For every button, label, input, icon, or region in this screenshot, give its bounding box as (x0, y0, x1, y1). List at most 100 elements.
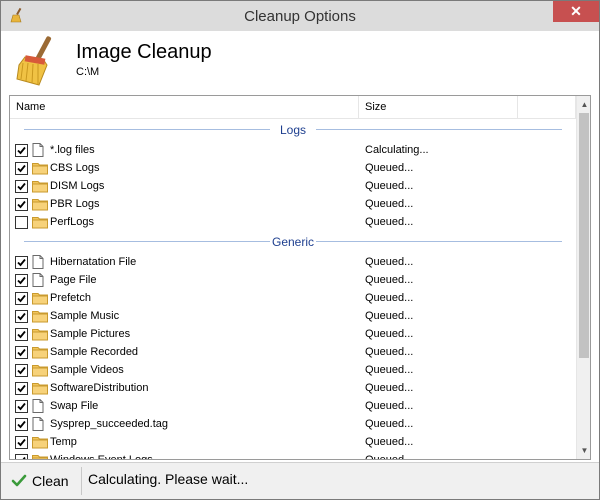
item-name: Sample Videos (50, 364, 124, 376)
list-item[interactable]: Swap File Queued... (10, 397, 576, 415)
item-checkbox[interactable] (15, 346, 28, 359)
group-divider (316, 129, 562, 130)
list-item[interactable]: Sysprep_succeeded.tag Queued... (10, 415, 576, 433)
status-separator (81, 467, 82, 495)
item-size: Queued... (365, 256, 414, 268)
item-size: Queued... (365, 418, 414, 430)
group-label: Generic (271, 235, 315, 249)
item-checkbox[interactable] (15, 180, 28, 193)
item-name: Sample Pictures (50, 328, 131, 340)
item-name: Page File (50, 274, 97, 286)
item-name: *.log files (50, 144, 95, 156)
item-checkbox[interactable] (15, 364, 28, 377)
item-checkbox[interactable] (15, 144, 28, 157)
file-icon (32, 143, 48, 157)
item-checkbox[interactable] (15, 310, 28, 323)
list-item[interactable]: Sample Recorded Queued... (10, 343, 576, 361)
cleanup-options-window: Cleanup Options ✕ Image Cleanup C:\M Nam… (0, 0, 600, 500)
item-name: PBR Logs (50, 198, 100, 210)
folder-icon (32, 363, 48, 377)
scroll-down-icon[interactable]: ▼ (577, 442, 590, 459)
scroll-thumb[interactable] (579, 113, 589, 358)
item-size: Queued... (365, 436, 414, 448)
list-rows: Logs *.log files Calculating... CBS Logs Que… (10, 119, 576, 459)
list-item[interactable]: Windows Event Logs Queued... (10, 451, 576, 459)
item-checkbox[interactable] (15, 436, 28, 449)
folder-icon (32, 327, 48, 341)
item-size: Queued... (365, 382, 414, 394)
folder-icon (32, 197, 48, 211)
item-checkbox[interactable] (15, 216, 28, 229)
folder-icon (32, 291, 48, 305)
list-item[interactable]: Page File Queued... (10, 271, 576, 289)
file-icon (32, 417, 48, 431)
folder-icon (32, 435, 48, 449)
list-item[interactable]: CBS Logs Queued... (10, 159, 576, 177)
folder-icon (32, 309, 48, 323)
item-checkbox[interactable] (15, 198, 28, 211)
item-size: Queued... (365, 346, 414, 358)
list-item[interactable]: SoftwareDistribution Queued... (10, 379, 576, 397)
item-checkbox[interactable] (15, 274, 28, 287)
header-path: C:\M (76, 66, 100, 78)
item-size: Queued... (365, 400, 414, 412)
group-label: Logs (279, 123, 307, 137)
window-title: Cleanup Options (244, 8, 356, 25)
item-size: Queued... (365, 198, 414, 210)
folder-icon (32, 381, 48, 395)
list-item[interactable]: Prefetch Queued... (10, 289, 576, 307)
item-name: Sample Recorded (50, 346, 139, 358)
item-checkbox[interactable] (15, 292, 28, 305)
file-icon (32, 399, 48, 413)
status-text: Calculating. Please wait... (88, 471, 249, 487)
item-name: Hibernatation File (50, 256, 137, 268)
header: Image Cleanup C:\M (1, 31, 599, 94)
item-size: Queued... (365, 292, 414, 304)
folder-icon (32, 345, 48, 359)
item-size: Queued... (365, 454, 413, 459)
list-item[interactable]: Sample Pictures Queued... (10, 325, 576, 343)
list-item[interactable]: *.log files Calculating... (10, 141, 576, 159)
clean-button[interactable]: Clean (7, 469, 79, 493)
item-checkbox[interactable] (15, 256, 28, 269)
folder-icon (32, 179, 48, 193)
file-icon (32, 273, 48, 287)
folder-icon (32, 215, 48, 229)
item-checkbox[interactable] (15, 400, 28, 413)
cleanup-list: Name Size Logs *.log files Calculating... C… (9, 95, 591, 460)
list-item[interactable]: PerfLogs Queued... (10, 213, 576, 231)
status-bar: Clean Calculating. Please wait... (1, 462, 599, 499)
item-name: CBS Logs (50, 162, 100, 174)
item-checkbox[interactable] (15, 454, 28, 459)
list-item[interactable]: Hibernatation File Queued... (10, 253, 576, 271)
item-checkbox[interactable] (15, 418, 28, 431)
item-name: Sysprep_succeeded.tag (50, 418, 169, 430)
clean-label: Clean (32, 473, 69, 489)
item-checkbox[interactable] (15, 328, 28, 341)
folder-icon (32, 161, 48, 175)
title-bar[interactable]: Cleanup Options ✕ (1, 1, 599, 31)
item-name: Swap File (50, 400, 99, 412)
item-name: PerfLogs (50, 216, 95, 228)
item-checkbox[interactable] (15, 382, 28, 395)
item-size: Calculating... (365, 144, 429, 156)
item-name: DISM Logs (50, 180, 105, 192)
list-item[interactable]: Sample Music Queued... (10, 307, 576, 325)
item-checkbox[interactable] (15, 162, 28, 175)
vertical-scrollbar[interactable]: ▲ ▼ (576, 96, 590, 459)
item-size: Queued... (365, 328, 414, 340)
group-header: Generic (10, 231, 576, 253)
list-item[interactable]: PBR Logs Queued... (10, 195, 576, 213)
list-item[interactable]: Temp Queued... (10, 433, 576, 451)
scroll-up-icon[interactable]: ▲ (577, 96, 590, 113)
list-item[interactable]: DISM Logs Queued... (10, 177, 576, 195)
column-size[interactable]: Size (359, 96, 518, 119)
item-size: Queued... (365, 162, 414, 174)
close-button[interactable]: ✕ (553, 1, 599, 22)
column-name[interactable]: Name (10, 96, 359, 119)
item-name: SoftwareDistribution (50, 382, 149, 394)
item-name: Prefetch (50, 292, 91, 304)
folder-icon (32, 453, 48, 459)
list-item[interactable]: Sample Videos Queued... (10, 361, 576, 379)
item-name: Temp (50, 436, 77, 448)
